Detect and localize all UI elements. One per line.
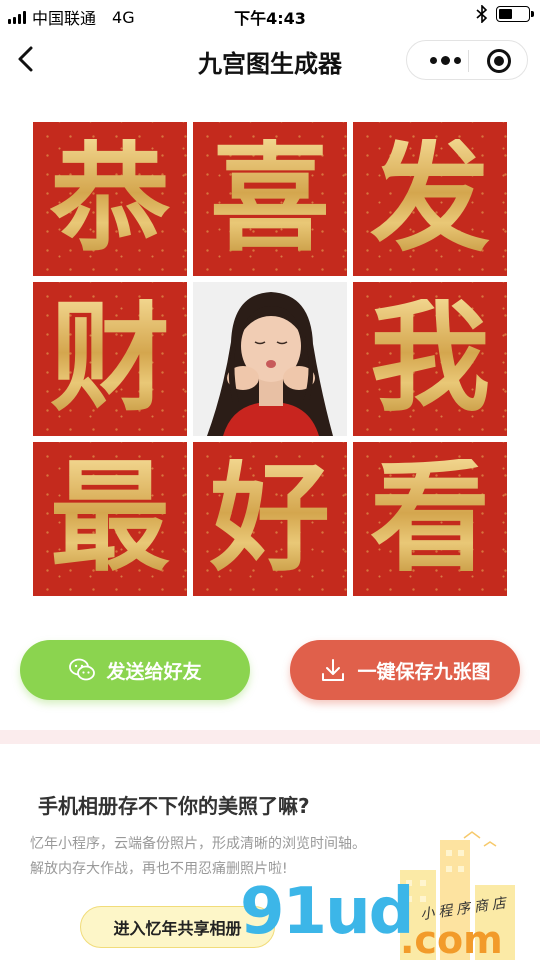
grid-cell-4[interactable]: 财 xyxy=(33,282,187,436)
battery-icon xyxy=(496,6,534,22)
mini-program-capsule xyxy=(406,40,528,80)
wechat-icon xyxy=(69,658,96,681)
grid-cell-2[interactable]: 喜 xyxy=(193,122,347,276)
share-to-friend-button[interactable]: 发送给好友 xyxy=(20,640,250,700)
promo-line-1: 忆年小程序，云端备份照片，形成清晰的浏览时间轴。 xyxy=(30,836,366,852)
promo-line-2: 解放内存大作战，再也不用忍痛删照片啦! xyxy=(30,861,288,877)
promo-description: 忆年小程序，云端备份照片，形成清晰的浏览时间轴。 解放内存大作战，再也不用忍痛删… xyxy=(30,832,390,882)
grid-glyph: 好 xyxy=(210,449,330,588)
more-dots-icon[interactable] xyxy=(423,41,467,79)
status-bar: 中国联通 4G 下午4:43 xyxy=(0,0,540,30)
section-divider xyxy=(0,730,540,744)
save-all-button[interactable]: 一键保存九张图 xyxy=(290,640,520,700)
grid-cell-9[interactable]: 看 xyxy=(353,442,507,596)
target-circle-icon[interactable] xyxy=(487,49,511,73)
status-time: 下午4:43 xyxy=(234,9,306,28)
download-icon xyxy=(322,659,345,681)
save-button-label: 一键保存九张图 xyxy=(357,660,491,683)
grid-glyph: 最 xyxy=(50,449,170,588)
grid-glyph: 我 xyxy=(370,289,490,428)
grid-glyph: 喜 xyxy=(210,129,330,268)
grid-cell-7[interactable]: 最 xyxy=(33,442,187,596)
promo-title: 手机相册存不下你的美照了嘛? xyxy=(38,794,310,818)
grid-cell-6[interactable]: 我 xyxy=(353,282,507,436)
nine-grid: 恭 喜 发 财 我 最 好 看 xyxy=(33,122,507,596)
grid-glyph: 看 xyxy=(370,449,490,588)
city-illustration xyxy=(400,831,515,960)
grid-cell-photo[interactable] xyxy=(193,282,347,436)
grid-cell-3[interactable]: 发 xyxy=(353,122,507,276)
share-button-label: 发送给好友 xyxy=(106,660,202,683)
nav-bar: 九宫图生成器 xyxy=(0,30,540,90)
status-right xyxy=(476,5,534,23)
grid-cell-8[interactable]: 好 xyxy=(193,442,347,596)
enter-shared-album-button[interactable]: 进入忆年共享相册 xyxy=(80,906,275,948)
bluetooth-icon xyxy=(476,5,488,23)
capsule-divider xyxy=(468,50,469,72)
grid-glyph: 恭 xyxy=(50,129,170,268)
grid-cell-1[interactable]: 恭 xyxy=(33,122,187,276)
grid-glyph: 发 xyxy=(370,129,490,268)
grid-glyph: 财 xyxy=(50,289,170,428)
portrait-photo xyxy=(193,282,347,436)
